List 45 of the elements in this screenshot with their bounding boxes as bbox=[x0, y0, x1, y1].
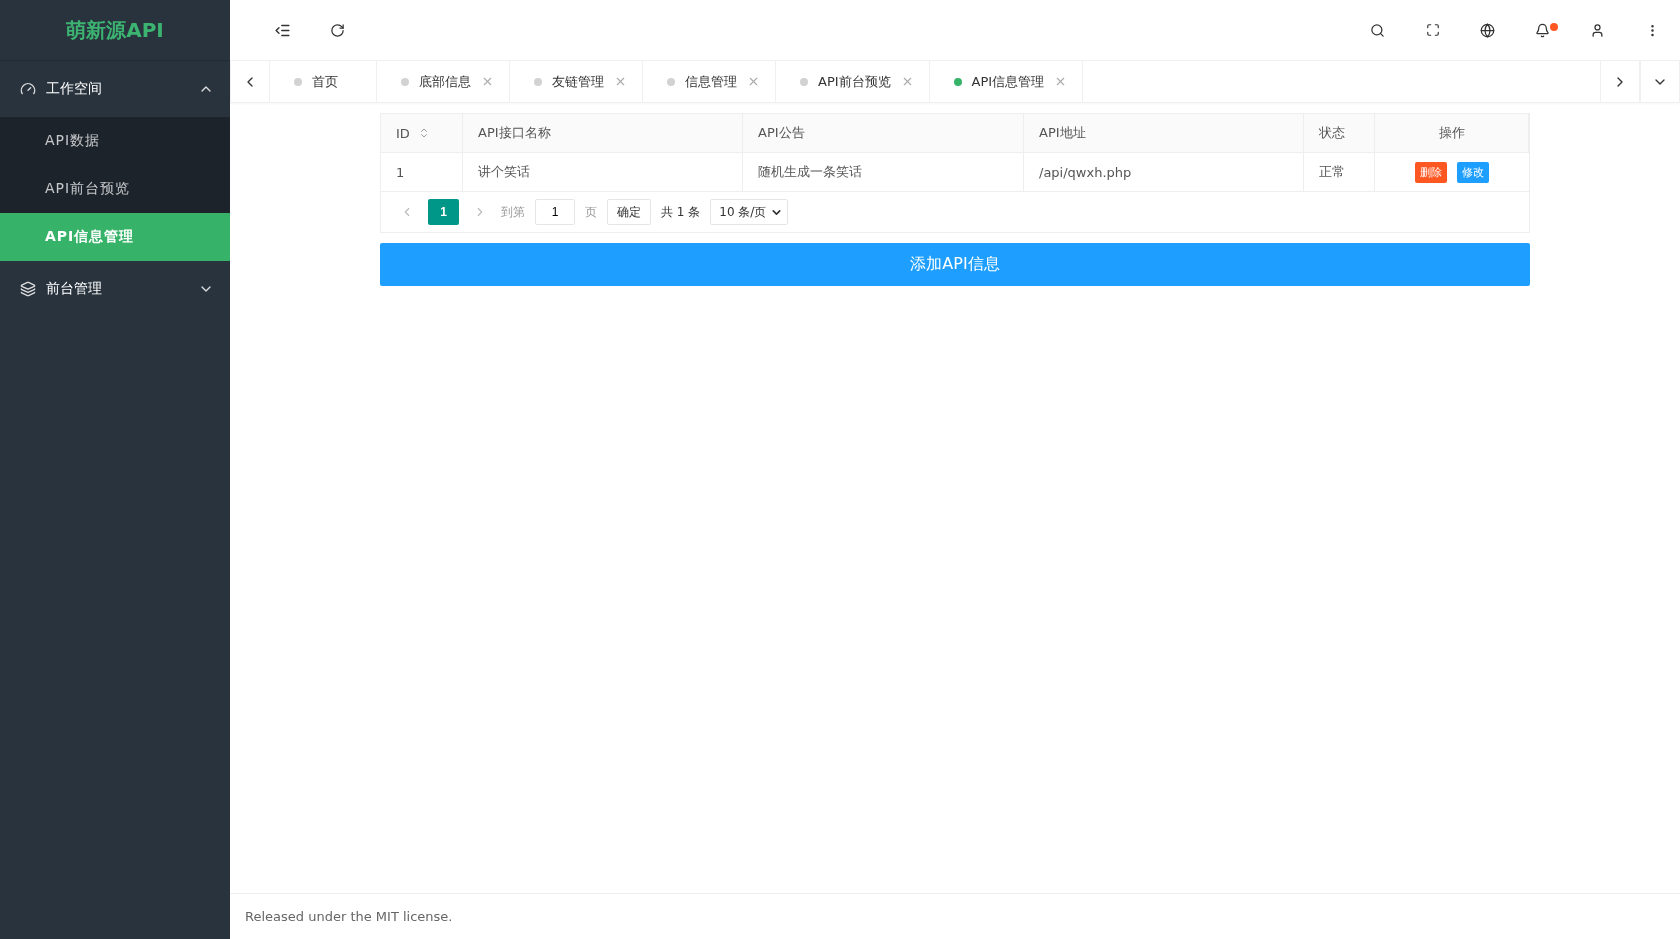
current-page-button[interactable]: 1 bbox=[428, 199, 459, 225]
table-cell: 1 bbox=[381, 153, 463, 191]
column-label: API接口名称 bbox=[478, 124, 551, 142]
tab-label: 首页 bbox=[312, 72, 338, 91]
page-unit-label: 页 bbox=[585, 203, 597, 221]
page-size-select[interactable]: 10 条/页 bbox=[710, 199, 789, 225]
tabs-right-button[interactable] bbox=[1600, 61, 1640, 102]
footer-text: Released under the MIT license. bbox=[230, 893, 1680, 939]
table-cell: 讲个笑话 bbox=[463, 153, 743, 191]
sidebar-item[interactable]: API前台预览 bbox=[0, 165, 230, 213]
total-count: 共 1 条 bbox=[661, 203, 701, 221]
layers-icon bbox=[20, 281, 36, 297]
tab[interactable]: API信息管理 bbox=[929, 61, 1084, 102]
tab[interactable]: API前台预览 bbox=[776, 61, 930, 102]
tabs-left-button[interactable] bbox=[230, 61, 270, 102]
close-icon[interactable] bbox=[747, 75, 760, 88]
tab[interactable]: 信息管理 bbox=[643, 61, 776, 102]
gauge-icon bbox=[20, 81, 36, 97]
sidebar-group[interactable]: 前台管理 bbox=[0, 261, 230, 317]
table-cell: /api/qwxh.php bbox=[1024, 153, 1304, 191]
sidebar-item[interactable]: API数据 bbox=[0, 117, 230, 165]
tab-label: API信息管理 bbox=[971, 72, 1045, 91]
tab-label: 友链管理 bbox=[552, 72, 604, 91]
sidebar-group[interactable]: 工作空间 bbox=[0, 61, 230, 117]
table-cell: 正常 bbox=[1304, 153, 1375, 191]
tabs-dropdown-button[interactable] bbox=[1640, 61, 1680, 102]
tab[interactable]: 首页 bbox=[270, 61, 377, 102]
column-label: API公告 bbox=[758, 124, 805, 142]
column-label: 操作 bbox=[1438, 124, 1465, 142]
tab[interactable]: 友链管理 bbox=[510, 61, 643, 102]
tab-label: API前台预览 bbox=[818, 72, 891, 91]
sidebar-group-label: 工作空间 bbox=[46, 80, 103, 98]
tab-label: 信息管理 bbox=[685, 72, 737, 91]
confirm-button[interactable]: 确定 bbox=[607, 199, 651, 225]
tab-label: 底部信息 bbox=[419, 72, 471, 91]
column-label: API地址 bbox=[1039, 124, 1086, 142]
goto-label: 到第 bbox=[501, 203, 525, 221]
page-input-field[interactable]: 1 bbox=[535, 199, 575, 225]
tab[interactable]: 底部信息 bbox=[377, 61, 510, 102]
close-icon[interactable] bbox=[481, 75, 494, 88]
column-label: ID bbox=[396, 125, 410, 141]
sidebar-group-label: 前台管理 bbox=[46, 280, 103, 298]
column-label: 状态 bbox=[1319, 124, 1345, 142]
close-icon[interactable] bbox=[614, 75, 627, 88]
table-cell: 随机生成一条笑话 bbox=[743, 153, 1024, 191]
